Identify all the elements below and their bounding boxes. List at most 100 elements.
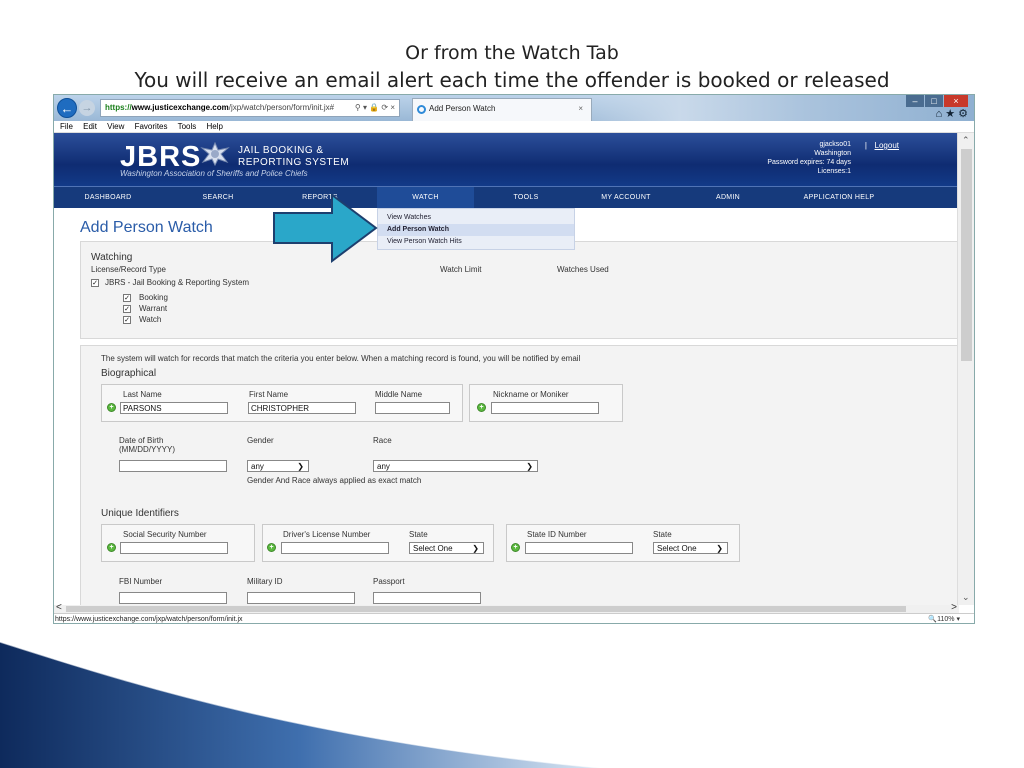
passport-input[interactable] <box>373 592 481 604</box>
last-name-input[interactable]: PARSONS <box>120 402 228 414</box>
username: gjackso01 <box>819 141 851 148</box>
menu-view[interactable]: View <box>107 122 124 131</box>
passport-label: Passport <box>373 577 405 586</box>
race-value: any <box>377 462 390 471</box>
close-window-icon[interactable]: × <box>944 95 968 107</box>
first-name-input[interactable]: CHRISTOPHER <box>248 402 356 414</box>
sid-state-label: State <box>653 530 672 539</box>
tab-add-person-watch[interactable]: Add Person Watch × <box>412 98 592 121</box>
state-id-label: State ID Number <box>527 530 587 539</box>
menu-edit[interactable]: Edit <box>83 122 97 131</box>
system-label: JBRS - Jail Booking & Reporting System <box>105 278 250 287</box>
ie-icon <box>417 105 426 114</box>
watching-heading: Watching <box>91 252 133 263</box>
nickname-input[interactable] <box>491 402 599 414</box>
browser-toolbar: ← → https://www.justicexchange.com/jxp/w… <box>54 95 974 121</box>
scroll-right-icon[interactable]: > <box>951 602 957 613</box>
menu-file[interactable]: File <box>60 122 73 131</box>
nav-my-account[interactable]: MY ACCOUNT <box>586 187 666 209</box>
account-info: gjackso01 | Logout Washington Password e… <box>691 141 951 181</box>
nav-tools[interactable]: TOOLS <box>486 187 566 209</box>
warrant-checkbox[interactable]: ✓ <box>123 305 131 313</box>
drivers-license-label: Driver's License Number <box>283 530 371 539</box>
dl-state-value: Select One <box>413 544 453 553</box>
dob-input[interactable] <box>119 460 227 472</box>
address-bar[interactable]: https://www.justicexchange.com/jxp/watch… <box>100 99 400 117</box>
menu-view-watches[interactable]: View Watches <box>378 212 574 224</box>
add-drivers-license-icon[interactable]: + <box>267 543 276 552</box>
add-nickname-icon[interactable]: + <box>477 403 486 412</box>
zoom-value: 110% <box>937 616 955 623</box>
association-name: Washington Association of Sheriffs and P… <box>120 169 308 178</box>
watches-used-label: Watches Used <box>557 265 609 274</box>
drivers-license-input[interactable] <box>281 542 389 554</box>
state-id-input[interactable] <box>525 542 633 554</box>
dl-state-select[interactable]: Select One ❯ <box>409 542 484 554</box>
chevron-down-icon: ❯ <box>526 462 533 471</box>
url-path: /jxp/watch/person/form/init.jx# <box>228 103 335 112</box>
watch-checkbox[interactable]: ✓ <box>123 316 131 324</box>
nav-dashboard[interactable]: DASHBOARD <box>68 187 148 209</box>
add-ssn-icon[interactable]: + <box>107 543 116 552</box>
ssn-label: Social Security Number <box>123 530 207 539</box>
chevron-down-icon: ❯ <box>716 544 723 553</box>
close-tab-icon[interactable]: × <box>578 99 583 119</box>
military-input[interactable] <box>247 592 355 604</box>
race-label: Race <box>373 436 392 445</box>
horizontal-scrollbar[interactable]: < > <box>54 602 959 613</box>
sid-state-select[interactable]: Select One ❯ <box>653 542 728 554</box>
military-label: Military ID <box>247 577 283 586</box>
scroll-down-icon[interactable]: ⌄ <box>962 592 970 603</box>
dob-format: (MM/DD/YYYY) <box>119 445 175 454</box>
password-expiry: Password expires: 74 days <box>767 159 851 166</box>
nav-admin[interactable]: ADMIN <box>688 187 768 209</box>
h-scroll-thumb[interactable] <box>66 606 906 612</box>
menu-favorites[interactable]: Favorites <box>135 122 168 131</box>
site-header: JBRS JAIL BOOKING & REPORTING SYSTEM Was… <box>54 133 959 186</box>
race-select[interactable]: any ❯ <box>373 460 538 472</box>
status-bar: https://www.justicexchange.com/jxp/watch… <box>54 613 974 623</box>
back-arrow-icon[interactable]: ← <box>57 98 77 118</box>
vertical-scrollbar[interactable]: ⌃ ⌄ <box>957 133 974 605</box>
location: Washington <box>814 150 851 157</box>
add-last-name-icon[interactable]: + <box>107 403 116 412</box>
gender-label: Gender <box>247 436 274 445</box>
address-controls-icon[interactable]: ⚲ ▾ 🔒 ⟳ × <box>355 100 395 116</box>
toolbar-icons: ⌂ ★ ⚙ <box>935 107 968 120</box>
menu-add-person-watch[interactable]: Add Person Watch <box>378 224 574 236</box>
menu-view-person-watch-hits[interactable]: View Person Watch Hits <box>378 236 574 248</box>
logout-link[interactable]: Logout <box>875 141 899 150</box>
nav-watch[interactable]: WATCH <box>377 187 474 209</box>
last-name-label: Last Name <box>123 390 162 399</box>
fbi-input[interactable] <box>119 592 227 604</box>
scroll-up-icon[interactable]: ⌃ <box>962 135 970 146</box>
middle-name-input[interactable] <box>375 402 450 414</box>
menu-help[interactable]: Help <box>207 122 223 131</box>
booking-label: Booking <box>139 293 168 302</box>
system-checkbox[interactable]: ✓ <box>91 279 99 287</box>
booking-checkbox[interactable]: ✓ <box>123 294 131 302</box>
window-controls: – □ × <box>905 95 968 107</box>
chevron-down-icon: ❯ <box>472 544 479 553</box>
forward-arrow-icon[interactable]: → <box>79 100 95 116</box>
nickname-label: Nickname or Moniker <box>493 390 569 399</box>
ssn-input[interactable] <box>120 542 228 554</box>
gender-value: any <box>251 462 264 471</box>
favorites-star-icon[interactable]: ★ <box>945 108 955 120</box>
home-icon[interactable]: ⌂ <box>935 108 942 120</box>
dl-state-label: State <box>409 530 428 539</box>
maximize-icon[interactable]: □ <box>925 95 943 107</box>
zoom-level[interactable]: 🔍110% ▾ <box>928 614 960 623</box>
minimize-icon[interactable]: – <box>906 95 924 107</box>
nav-application-help[interactable]: APPLICATION HELP <box>784 187 894 209</box>
add-state-id-icon[interactable]: + <box>511 543 520 552</box>
gender-select[interactable]: any ❯ <box>247 460 309 472</box>
scroll-left-icon[interactable]: < <box>56 602 62 613</box>
scroll-thumb[interactable] <box>961 149 972 361</box>
nav-search[interactable]: SEARCH <box>178 187 258 209</box>
intro-text: The system will watch for records that m… <box>101 354 581 363</box>
gear-icon[interactable]: ⚙ <box>958 108 968 120</box>
warrant-label: Warrant <box>139 304 168 313</box>
status-url: https://www.justicexchange.com/jxp/watch… <box>55 616 243 623</box>
menu-tools[interactable]: Tools <box>178 122 197 131</box>
